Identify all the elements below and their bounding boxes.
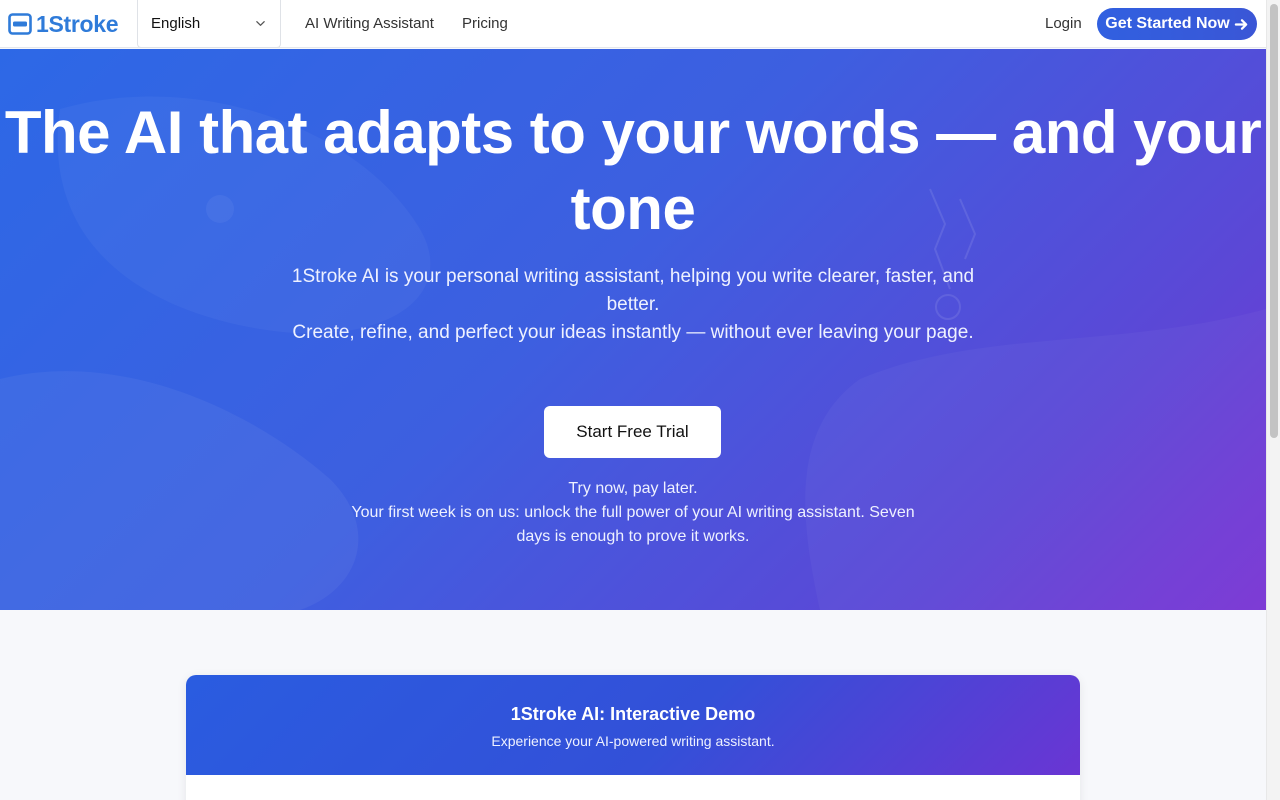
nav-link-ai-writing-assistant[interactable]: AI Writing Assistant: [305, 15, 434, 32]
arrow-right-icon: [1234, 18, 1248, 30]
interactive-demo-card: 1Stroke AI: Interactive Demo Experience …: [186, 675, 1080, 800]
demo-header: 1Stroke AI: Interactive Demo Experience …: [186, 675, 1080, 775]
language-select-value: English: [151, 15, 201, 32]
logo[interactable]: 1Stroke: [8, 10, 119, 38]
chevron-down-icon: [256, 21, 265, 26]
demo-title: 1Stroke AI: Interactive Demo: [510, 704, 756, 724]
get-started-button[interactable]: Get Started Now: [1097, 8, 1257, 40]
logo-icon: [8, 13, 32, 35]
hero-subtitle: 1Stroke AI is your personal writing assi…: [283, 263, 983, 347]
language-select[interactable]: English: [137, 0, 281, 48]
hero-subtitle-line-1: 1Stroke AI is your personal writing assi…: [291, 266, 975, 315]
nav-link-pricing[interactable]: Pricing: [462, 15, 508, 32]
start-free-trial-button[interactable]: Start Free Trial: [544, 406, 721, 458]
get-started-label: Get Started Now: [1105, 15, 1230, 32]
navbar: 1Stroke English AI Writing Assistant Pri…: [0, 0, 1266, 48]
logo-text: 1Stroke: [36, 10, 119, 37]
login-link[interactable]: Login: [1045, 15, 1082, 32]
scrollbar-thumb[interactable]: [1270, 4, 1278, 438]
demo-subtitle: Experience your AI-powered writing assis…: [491, 733, 775, 749]
hero-subtitle-line-2: Create, refine, and perfect your ideas i…: [292, 322, 974, 343]
first-week-text: Your first week is on us: unlock the ful…: [351, 504, 915, 545]
page-scrollbar[interactable]: [1266, 0, 1280, 800]
hero-title: The AI that adapts to your words — and y…: [4, 99, 1262, 242]
hero-section: The AI that adapts to your words — and y…: [0, 49, 1266, 610]
try-now-text: Try now, pay later.: [568, 480, 698, 497]
